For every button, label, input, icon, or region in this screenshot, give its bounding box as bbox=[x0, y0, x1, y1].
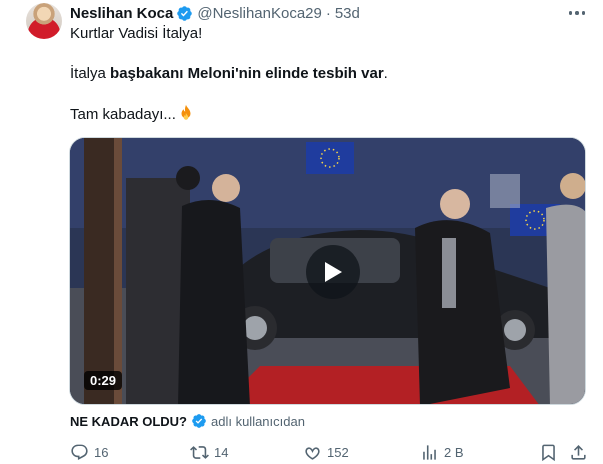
repost-icon bbox=[190, 445, 209, 459]
tweet-line-2: İtalya başbakanı Meloni'nin elinde tesbi… bbox=[70, 64, 570, 84]
views-button[interactable]: 2 B bbox=[420, 441, 464, 463]
repost-count: 14 bbox=[214, 444, 229, 460]
author-handle[interactable]: @NeslihanKoca29 bbox=[197, 5, 321, 22]
reply-button[interactable]: 16 bbox=[70, 441, 108, 463]
attribution-subtitle: adlı kullanıcıdan bbox=[211, 413, 305, 429]
play-icon bbox=[325, 262, 342, 282]
author-avatar[interactable] bbox=[26, 3, 62, 39]
share-icon bbox=[571, 444, 586, 460]
play-button[interactable] bbox=[306, 245, 360, 299]
more-icon[interactable] bbox=[565, 4, 589, 22]
tweet-header: Neslihan Koca @NeslihanKoca29 · 53d bbox=[70, 3, 360, 23]
tweet-line-2-prefix: İtalya bbox=[70, 65, 111, 82]
bookmark-icon bbox=[542, 444, 555, 461]
bookmark-button[interactable] bbox=[539, 441, 563, 463]
views-count: 2 B bbox=[444, 444, 464, 460]
video-player[interactable]: 0:29 bbox=[69, 137, 586, 405]
tweet-timestamp[interactable]: 53d bbox=[335, 5, 360, 22]
fire-emoji-icon bbox=[181, 104, 191, 120]
tweet-actions: 16 14 152 2 B bbox=[63, 441, 593, 463]
tweet-line-1: Kurtlar Vadisi İtalya! bbox=[70, 25, 203, 42]
attribution-verified-badge-icon bbox=[192, 414, 206, 428]
share-button[interactable] bbox=[569, 441, 593, 463]
video-duration: 0:29 bbox=[84, 371, 123, 390]
like-count: 152 bbox=[327, 444, 349, 460]
like-button[interactable]: 152 bbox=[303, 441, 349, 463]
author-name[interactable]: Neslihan Koca bbox=[70, 5, 173, 22]
tweet-line-3-text: Tam kabadayı... bbox=[70, 106, 176, 123]
video-attribution: NE KADAR OLDU? adlı kullanıcıdan bbox=[70, 413, 305, 429]
reply-count: 16 bbox=[94, 444, 109, 460]
tweet-text: Kurtlar Vadisi İtalya! İtalya başbakanı … bbox=[70, 24, 570, 125]
verified-badge-icon bbox=[177, 5, 193, 21]
like-icon bbox=[305, 446, 320, 460]
tweet-line-2-suffix: . bbox=[383, 65, 388, 82]
attribution-name[interactable]: NE KADAR OLDU? bbox=[70, 414, 187, 429]
separator-dot: · bbox=[325, 4, 331, 22]
tweet-line-2-bold: başbakanı Meloni'nin elinde tesbih var bbox=[110, 65, 384, 82]
repost-button[interactable]: 14 bbox=[190, 441, 228, 463]
views-icon bbox=[423, 444, 436, 460]
tweet-line-3: Tam kabadayı... bbox=[70, 104, 570, 125]
reply-icon bbox=[71, 444, 88, 460]
